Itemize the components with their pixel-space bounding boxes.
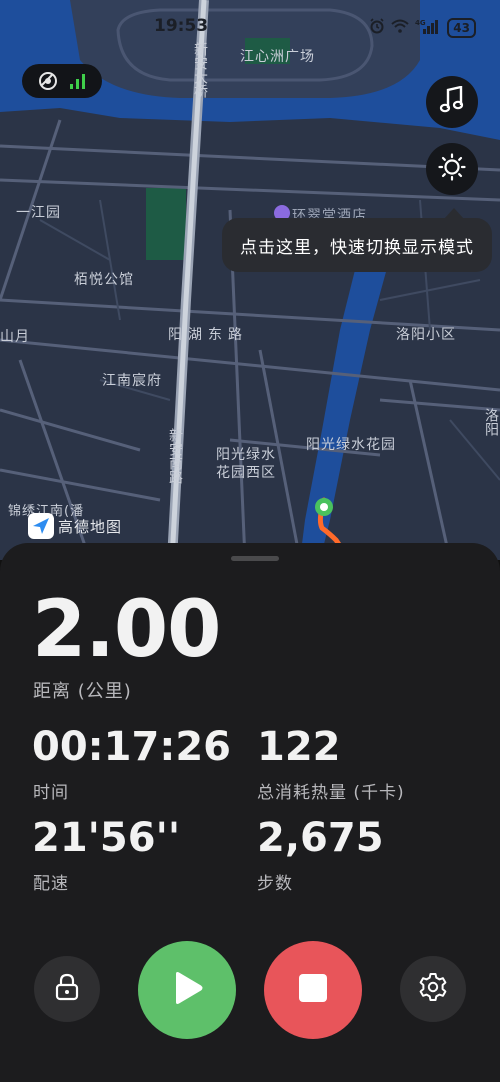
gps-status-chip[interactable] <box>22 64 102 98</box>
steps-label: 步数 <box>257 874 293 894</box>
map-view[interactable]: 江心洲广场 新安大桥 一江园 环翠堂酒店 栢悦公馆 山月 阳湖东路 洛阳小区 江… <box>0 0 500 560</box>
play-icon <box>170 970 204 1010</box>
map-label-luoyang: 洛阳小区 <box>396 327 456 343</box>
map-label-yijiangyuan: 一江园 <box>16 205 61 221</box>
distance-value: 2.00 <box>32 585 221 675</box>
music-button[interactable] <box>426 76 478 128</box>
pace-label: 配速 <box>33 874 69 894</box>
status-bar: 19:53 4G 43 <box>0 14 500 42</box>
map-label-yangguang-west: 阳光绿水花园西区 <box>216 447 276 481</box>
stop-icon <box>297 972 329 1008</box>
calories-label: 总消耗热量 (千卡) <box>257 783 405 803</box>
workout-stats-panel: 2.00 距离 (公里) 00:17:26 时间 122 总消耗热量 (千卡) … <box>0 543 500 1082</box>
network-type-label: 4G <box>415 19 426 27</box>
calories-value: 122 <box>257 724 341 770</box>
status-icons: 4G 43 <box>369 18 476 38</box>
time-value: 00:17:26 <box>32 724 231 770</box>
gear-icon <box>418 972 448 1006</box>
sun-icon <box>438 153 466 185</box>
wifi-icon <box>391 19 409 37</box>
map-label-shanyue: 山月 <box>0 329 30 345</box>
distance-label: 距离 (公里) <box>33 681 132 702</box>
steps-value: 2,675 <box>257 815 384 861</box>
gps-signal-icon <box>38 71 58 91</box>
map-label-yanghu-road: 阳湖东路 <box>168 327 248 343</box>
alarm-icon <box>369 18 385 38</box>
map-label-jiangnan: 江南宸府 <box>102 373 162 389</box>
signal-strength-icon <box>69 73 87 89</box>
display-mode-button[interactable] <box>426 143 478 195</box>
map-label-right-edge: 洛阳 <box>483 408 499 436</box>
map-label-xinan-south: 新安南路 <box>167 428 183 484</box>
lock-button[interactable] <box>34 956 100 1022</box>
time-label: 时间 <box>33 783 69 803</box>
settings-button[interactable] <box>400 956 466 1022</box>
stop-button[interactable] <box>264 941 362 1039</box>
battery-icon: 43 <box>447 18 476 38</box>
status-time: 19:53 <box>154 16 209 36</box>
amap-logo-text: 高德地图 <box>58 517 123 536</box>
map-label-boyue: 栢悦公馆 <box>74 272 134 288</box>
display-mode-tooltip[interactable]: 点击这里，快速切换显示模式 <box>222 218 492 272</box>
map-label-xinan-bridge: 新安大桥 <box>192 42 208 98</box>
lock-icon <box>54 973 80 1005</box>
map-label-yangguang: 阳光绿水花园 <box>306 437 396 453</box>
amap-logo: 高德地图 <box>28 513 122 539</box>
resume-button[interactable] <box>138 941 236 1039</box>
amap-logo-icon <box>28 513 54 539</box>
music-note-icon <box>439 85 465 118</box>
drag-handle[interactable] <box>231 556 279 561</box>
pace-value: 21'56'' <box>32 815 181 861</box>
map-label-jiangxinzhou: 江心洲广场 <box>240 49 315 65</box>
signal-icon: 4G <box>415 18 441 38</box>
